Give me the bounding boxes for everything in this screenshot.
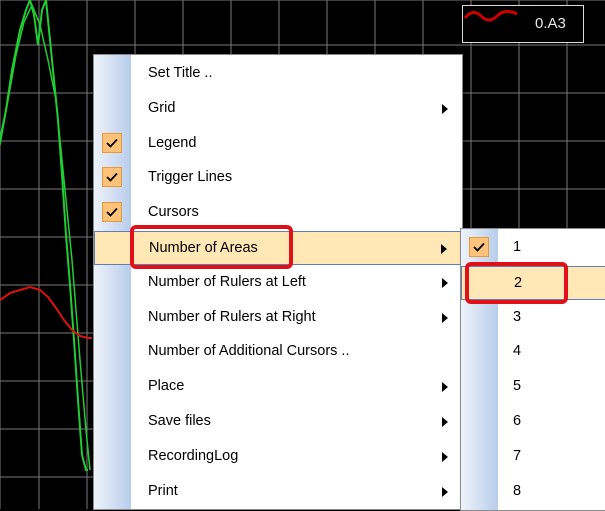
menu-item-label: Number of Additional Cursors ..: [148, 343, 350, 360]
submenu-item-label: 4: [513, 343, 522, 360]
menu-item-trigger-lines[interactable]: Trigger Lines: [94, 161, 462, 195]
menu-item-label: RecordingLog: [148, 447, 239, 464]
menu-item-label: Save files: [148, 413, 211, 429]
menu-item-label: Cursors: [148, 204, 199, 221]
menu-item-number-of-rulers-at-right[interactable]: Number of Rulers at Right: [94, 301, 462, 335]
menu-item-label: Number of Rulers at Right: [148, 308, 316, 325]
checkmark-glyph: [473, 242, 485, 252]
checkmark-glyph: [106, 208, 118, 217]
menu-item-number-of-additional-cursors[interactable]: Number of Additional Cursors ..: [94, 335, 462, 369]
checkmark-glyph: [106, 173, 118, 183]
submenu-item-4[interactable]: 4: [461, 335, 605, 369]
submenu-arrow-icon: [442, 312, 448, 323]
menu-item-label: Number of Rulers at Left: [148, 273, 306, 290]
legend-label: 0.A3: [535, 15, 566, 32]
menu-item-label: Grid: [148, 99, 176, 116]
submenu-item-6[interactable]: 6: [461, 405, 605, 439]
submenu-arrow-icon: [442, 103, 448, 114]
checkmark-icon: [469, 237, 489, 257]
menu-item-set-title[interactable]: Set Title ..: [94, 57, 462, 91]
submenu-item-label: 7: [513, 447, 522, 464]
submenu-item-label: 2: [514, 274, 523, 291]
menu-item-label: Place: [148, 378, 185, 395]
menu-item-label: Number of Areas: [149, 240, 258, 256]
legend-box[interactable]: 0.A3: [462, 5, 584, 43]
menu-item-print[interactable]: Print: [94, 475, 462, 509]
submenu-item-1[interactable]: 1: [461, 231, 605, 265]
submenu-arrow-icon: [441, 244, 447, 254]
menu-item-save-files[interactable]: Save files: [94, 405, 462, 439]
legend-swatch-icon: [463, 9, 518, 22]
menu-item-grid[interactable]: Grid: [94, 92, 462, 126]
submenu-arrow-icon: [442, 382, 448, 393]
submenu-item-label: 5: [513, 378, 522, 395]
checkmark-icon: [102, 132, 122, 153]
checkmark-glyph: [106, 138, 118, 148]
submenu-item-label: 6: [513, 413, 522, 429]
menu-item-place[interactable]: Place: [94, 370, 462, 404]
number-of-areas-submenu: 1 2 3 4 5 6 7 8: [460, 228, 605, 511]
menu-item-legend[interactable]: Legend: [94, 127, 462, 161]
submenu-arrow-icon: [442, 486, 448, 497]
menu-item-label: Trigger Lines: [148, 169, 233, 186]
submenu-arrow-icon: [442, 277, 448, 288]
submenu-item-3[interactable]: 3: [461, 301, 605, 335]
checkmark-icon: [102, 167, 122, 188]
submenu-arrow-icon: [442, 451, 448, 462]
menu-item-number-of-areas[interactable]: Number of Areas: [94, 231, 462, 265]
submenu-item-label: 8: [513, 482, 522, 499]
menu-item-number-of-rulers-at-left[interactable]: Number of Rulers at Left: [94, 266, 462, 300]
menu-item-cursors[interactable]: Cursors: [94, 196, 462, 230]
submenu-arrow-icon: [442, 417, 448, 427]
checkmark-icon: [102, 202, 122, 223]
menu-item-label: Print: [148, 482, 178, 499]
menu-item-recordinglog[interactable]: RecordingLog: [94, 440, 462, 474]
menu-item-label: Set Title ..: [148, 65, 213, 81]
submenu-item-8[interactable]: 8: [461, 475, 605, 509]
submenu-item-5[interactable]: 5: [461, 370, 605, 404]
menu-item-label: Legend: [148, 134, 197, 151]
submenu-item-2[interactable]: 2: [461, 265, 605, 300]
submenu-item-label: 1: [513, 239, 522, 255]
context-menu: Set Title .. Grid Legend Trigger Lines Curso…: [93, 54, 463, 510]
submenu-item-label: 3: [513, 308, 522, 325]
submenu-item-7[interactable]: 7: [461, 440, 605, 474]
